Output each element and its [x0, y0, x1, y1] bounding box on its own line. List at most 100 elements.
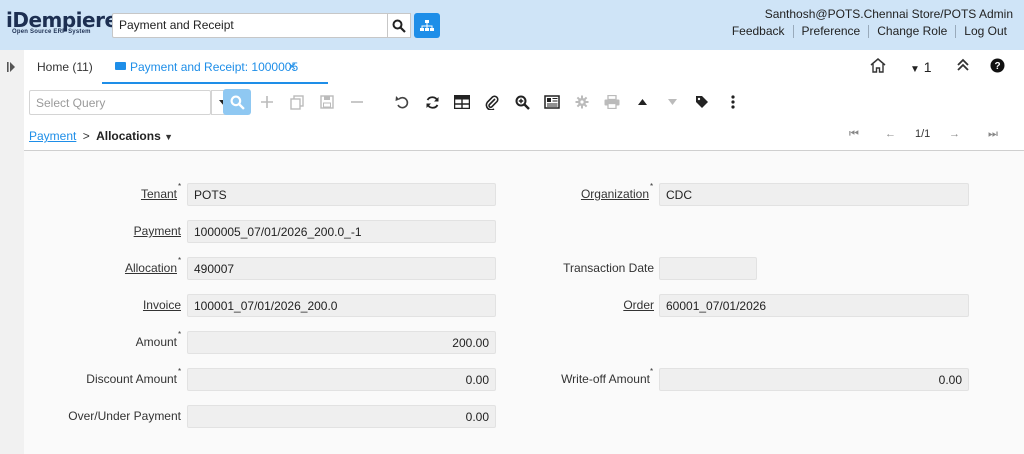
transaction-date-field[interactable]: [659, 257, 757, 280]
required-marker: *: [650, 182, 654, 191]
feedback-link[interactable]: Feedback: [724, 25, 793, 38]
search-button[interactable]: [387, 13, 411, 38]
save-button[interactable]: [315, 90, 339, 114]
breadcrumb: Payment > Allocations ▼: [29, 129, 173, 143]
order-label[interactable]: Order: [524, 298, 654, 312]
record-navigation-count: 1/1: [915, 128, 931, 140]
report-button[interactable]: [540, 90, 564, 114]
plus-icon: [261, 96, 273, 108]
over-under-payment-label: Over/Under Payment: [68, 409, 181, 423]
first-record-icon[interactable]: ⏮: [849, 128, 859, 141]
invoice-label[interactable]: Invoice: [24, 298, 181, 312]
payment-field[interactable]: 1000005_07/01/2026_200.0_-1: [187, 220, 496, 243]
undo-icon: [395, 95, 408, 108]
minus-icon: [351, 101, 363, 103]
search-icon: [230, 95, 245, 110]
discount-amount-label: Discount Amount: [86, 372, 177, 386]
amount-field[interactable]: 200.00: [187, 331, 496, 354]
app-header: iDempiere Open Source ERP System Payment…: [0, 0, 1024, 50]
attachment-button[interactable]: [480, 90, 504, 114]
svg-text:?: ?: [994, 61, 1000, 72]
required-marker: *: [178, 330, 182, 339]
next-record-arrow-icon[interactable]: →: [949, 128, 960, 140]
caret-down-icon: ▼: [910, 64, 920, 75]
window-list-dropdown[interactable]: ▼ 1: [910, 59, 932, 75]
next-record-button[interactable]: [660, 90, 684, 114]
discount-amount-field[interactable]: 0.00: [187, 368, 496, 391]
help-icon[interactable]: ?: [990, 58, 1005, 76]
tag-icon: [696, 96, 708, 108]
printer-icon: [604, 95, 620, 109]
idempiere-logo[interactable]: iDempiere Open Source ERP System: [6, 9, 118, 35]
change-role-link[interactable]: Change Role: [868, 25, 955, 38]
allocation-label[interactable]: Allocation: [24, 261, 177, 275]
refresh-button[interactable]: [420, 90, 444, 114]
search-query-button[interactable]: [223, 89, 251, 115]
zoom-across-button[interactable]: [510, 90, 534, 114]
user-context[interactable]: Santhosh@POTS.Chennai Store/POTS Admin: [765, 7, 1013, 21]
undo-button[interactable]: [390, 90, 414, 114]
window-toolbar: Select Query: [24, 84, 1024, 120]
amount-label: Amount: [135, 335, 177, 349]
breadcrumb-parent-payment[interactable]: Payment: [29, 129, 76, 143]
logo-text: iDempiere: [6, 8, 118, 32]
required-marker: *: [178, 367, 182, 376]
breadcrumb-separator: >: [82, 129, 90, 143]
collapse-header-icon[interactable]: [956, 58, 970, 75]
close-tab-icon[interactable]: ×: [288, 58, 296, 74]
delete-button[interactable]: [345, 90, 369, 114]
payment-window-icon: [115, 62, 126, 70]
save-icon: [320, 95, 334, 109]
write-off-amount-label: Write-off Amount: [561, 372, 650, 386]
tab-home[interactable]: Home (11): [37, 60, 93, 74]
caret-down-icon[interactable]: ▼: [164, 132, 173, 142]
paperclip-icon: [485, 95, 499, 110]
copy-icon: [290, 94, 304, 110]
more-vertical-icon: [731, 95, 735, 109]
more-options-button[interactable]: [721, 90, 745, 114]
process-button[interactable]: [570, 90, 594, 114]
tab-label: Payment and Receipt: 1000005: [130, 60, 299, 74]
expand-panel-icon[interactable]: [7, 62, 16, 72]
tenant-field[interactable]: POTS: [187, 183, 496, 206]
logout-link[interactable]: Log Out: [955, 25, 1015, 38]
caret-up-icon: [637, 99, 647, 105]
header-links: Feedback Preference Change Role Log Out: [724, 25, 1015, 38]
previous-record-button[interactable]: [630, 90, 654, 114]
new-record-button[interactable]: [255, 90, 279, 114]
organization-label[interactable]: Organization: [524, 187, 649, 201]
search-icon: [392, 19, 406, 33]
tab-payment-and-receipt[interactable]: Payment and Receipt: 1000005 ×: [102, 50, 328, 84]
order-field[interactable]: 60001_07/01/2026: [659, 294, 969, 317]
refresh-icon: [426, 95, 438, 109]
window-tabs: Home (11) Payment and Receipt: 1000005 ×…: [24, 50, 1024, 84]
label-button[interactable]: [690, 90, 714, 114]
payment-label[interactable]: Payment: [24, 224, 181, 238]
left-panel-strip: [0, 50, 24, 454]
sitemap-icon: [420, 19, 434, 31]
write-off-amount-field[interactable]: 0.00: [659, 368, 969, 391]
zoom-in-icon: [515, 95, 530, 110]
global-search-input[interactable]: Payment and Receipt: [112, 13, 388, 38]
print-button[interactable]: [600, 90, 624, 114]
home-icon[interactable]: [870, 58, 886, 76]
allocation-field[interactable]: 490007: [187, 257, 496, 280]
select-query-input[interactable]: Select Query: [29, 90, 211, 115]
toggle-grid-button[interactable]: [450, 90, 474, 114]
caret-down-icon: [667, 99, 677, 105]
menu-tree-button[interactable]: [414, 13, 440, 38]
copy-record-button[interactable]: [285, 90, 309, 114]
grid-icon: [454, 95, 470, 109]
gear-icon: [575, 95, 589, 109]
organization-field[interactable]: CDC: [659, 183, 969, 206]
breadcrumb-current[interactable]: Allocations: [96, 129, 161, 143]
prev-record-arrow-icon[interactable]: ←: [885, 128, 896, 140]
invoice-field[interactable]: 100001_07/01/2026_200.0: [187, 294, 496, 317]
preference-link[interactable]: Preference: [792, 25, 869, 38]
required-marker: *: [178, 256, 182, 265]
tenant-label[interactable]: Tenant: [24, 187, 177, 201]
allocation-form: Tenant * POTS Organization * CDC Payment…: [24, 151, 1024, 454]
required-marker: *: [178, 182, 182, 191]
over-under-payment-field[interactable]: 0.00: [187, 405, 496, 428]
last-record-icon[interactable]: ⏭: [988, 128, 998, 141]
